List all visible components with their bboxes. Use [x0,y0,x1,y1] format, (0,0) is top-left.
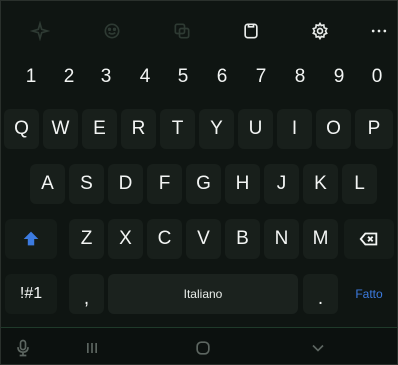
keyboard-toolbar [1,1,397,59]
key-y[interactable]: Y [199,109,234,149]
period-key[interactable]: . [303,274,338,314]
key-s[interactable]: S [69,164,104,204]
settings-icon[interactable] [308,19,332,43]
recent-apps-icon[interactable] [80,336,104,360]
key-8[interactable]: 8 [287,57,313,97]
key-e[interactable]: E [82,109,117,149]
key-k[interactable]: K [303,164,338,204]
key-z[interactable]: Z [69,219,104,259]
microphone-icon[interactable] [11,336,35,360]
key-f[interactable]: F [147,164,182,204]
key-r[interactable]: R [121,109,156,149]
key-o[interactable]: O [316,109,351,149]
key-q[interactable]: Q [4,109,39,149]
key-g[interactable]: G [186,164,221,204]
backspace-icon [359,232,378,246]
translate-icon[interactable] [170,19,194,43]
shift-icon [23,231,39,246]
key-c[interactable]: C [147,219,182,259]
key-b[interactable]: B [225,219,260,259]
sticker-icon[interactable] [28,19,52,43]
keyboard: 1 2 3 4 5 6 7 8 9 0 Q W E R T Y U I O P … [0,0,398,365]
key-a[interactable]: A [30,164,65,204]
symbols-key[interactable]: !#1 [5,274,57,314]
key-v[interactable]: V [186,219,221,259]
key-w[interactable]: W [43,109,78,149]
key-3[interactable]: 3 [93,57,119,97]
key-p[interactable]: P [355,109,393,149]
key-h[interactable]: H [225,164,260,204]
space-key[interactable]: Italiano [108,274,298,314]
key-2[interactable]: 2 [56,57,82,97]
key-t[interactable]: T [160,109,195,149]
backspace-key[interactable] [344,219,394,259]
key-5[interactable]: 5 [170,57,196,97]
clipboard-icon[interactable] [239,19,263,43]
key-9[interactable]: 9 [326,57,352,97]
bottom-row: !#1 , Italiano . Fatto [1,274,397,318]
home-icon[interactable] [191,336,215,360]
key-l[interactable]: L [342,164,377,204]
comma-key[interactable]: , [69,274,104,314]
more-icon[interactable] [367,19,391,43]
key-n[interactable]: N [264,219,299,259]
key-i[interactable]: I [277,109,312,149]
emoji-icon[interactable] [100,19,124,43]
letter-row-2: A S D F G H J K L [1,164,397,208]
letter-row-1: Q W E R T Y U I O P [1,109,397,153]
key-u[interactable]: U [238,109,273,149]
key-1[interactable]: 1 [18,57,44,97]
number-row: 1 2 3 4 5 6 7 8 9 0 [1,57,397,101]
key-d[interactable]: D [108,164,143,204]
key-m[interactable]: M [303,219,338,259]
key-7[interactable]: 7 [248,57,274,97]
chevron-down-icon[interactable] [306,336,330,360]
done-key[interactable]: Fatto [344,274,394,314]
key-j[interactable]: J [264,164,299,204]
shift-key[interactable] [5,219,57,259]
key-x[interactable]: X [108,219,143,259]
key-0[interactable]: 0 [364,57,390,97]
key-6[interactable]: 6 [209,57,235,97]
letter-row-3: Z X C V B N M [1,219,397,263]
key-4[interactable]: 4 [132,57,158,97]
navigation-bar [1,328,397,364]
